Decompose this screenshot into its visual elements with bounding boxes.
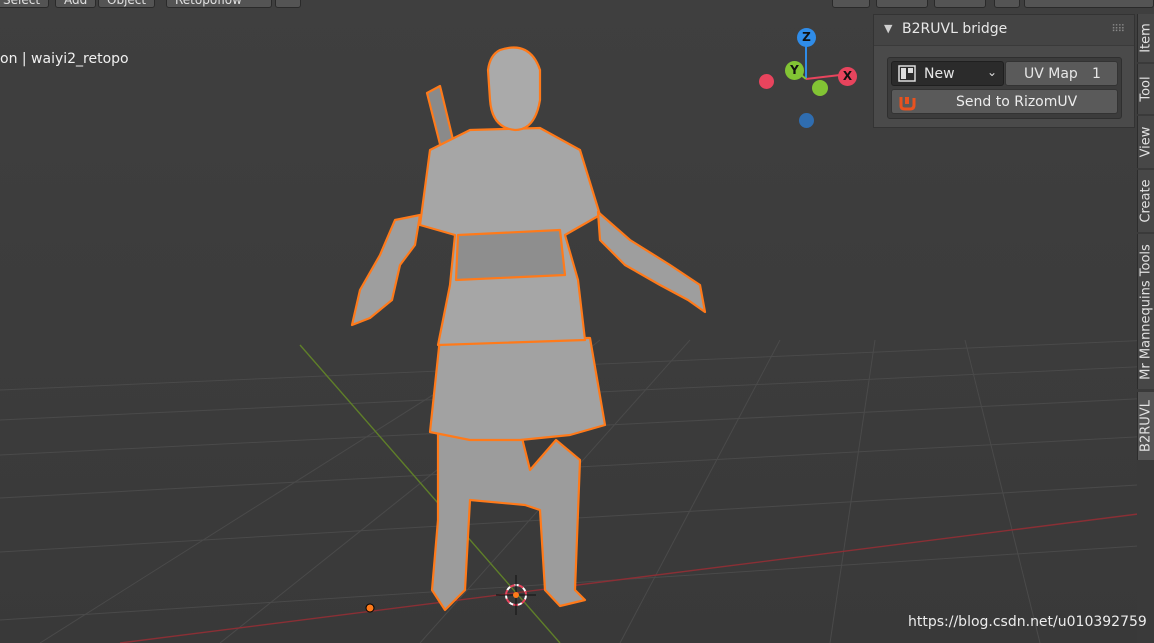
gizmo-neg-z-axis[interactable] xyxy=(799,113,814,128)
uv-map-icon xyxy=(898,65,916,82)
belt xyxy=(454,228,567,282)
tab-b2ruvl[interactable]: B2RUVL xyxy=(1137,392,1154,460)
gizmo-y-axis[interactable]: Y xyxy=(785,61,804,80)
tab-view-label: View xyxy=(1138,126,1154,158)
3d-viewport[interactable]: Select Add Object Retopoflow on | waiyi2… xyxy=(0,0,1154,643)
lower-robe xyxy=(428,336,607,442)
object-origin xyxy=(365,603,375,613)
tab-mr-mannequins-label: Mr Mannequins Tools xyxy=(1138,243,1154,380)
b2ruvl-panel: ▼ B2RUVL bridge ⠿⠿ New ⌄ UV Map 1 Send t… xyxy=(873,14,1135,128)
panel-header[interactable]: ▼ B2RUVL bridge ⠿⠿ xyxy=(874,15,1134,46)
uv-map-select[interactable]: New ⌄ xyxy=(891,61,1004,86)
gizmo-z-axis[interactable]: Z xyxy=(797,28,816,47)
tab-view[interactable]: View xyxy=(1137,116,1154,168)
gizmo-neg-y-axis[interactable] xyxy=(812,80,828,96)
left-arm xyxy=(350,213,422,327)
collapse-caret-icon[interactable]: ▼ xyxy=(884,22,892,35)
tab-b2ruvl-label: B2RUVL xyxy=(1138,400,1154,452)
viewport-title: on | waiyi2_retopo xyxy=(0,51,129,67)
overlay-icon[interactable] xyxy=(994,0,1020,8)
help-icon[interactable] xyxy=(275,0,301,8)
menu-select[interactable]: Select xyxy=(0,0,50,8)
gizmo-neg-x-axis[interactable] xyxy=(759,74,774,89)
send-button-label: Send to RizomUV xyxy=(956,94,1078,110)
gizmo-x-axis[interactable]: X xyxy=(838,67,857,86)
mode-dropdown[interactable]: Retopoflow xyxy=(166,0,272,8)
selected-character-mesh xyxy=(350,46,707,612)
shading-mode-icons[interactable] xyxy=(1024,0,1154,8)
tab-create[interactable]: Create xyxy=(1137,170,1154,232)
head xyxy=(486,46,542,132)
send-to-rizomuv-button[interactable]: Send to RizomUV xyxy=(891,89,1118,114)
uv-map-field[interactable]: UV Map 1 xyxy=(1005,61,1118,86)
panel-title: B2RUVL bridge xyxy=(902,21,1008,37)
tab-create-label: Create xyxy=(1138,179,1154,223)
chevron-down-icon: ⌄ xyxy=(986,65,997,79)
tab-item-label: Item xyxy=(1138,23,1154,53)
menu-object[interactable]: Object xyxy=(98,0,156,8)
snap-icon[interactable] xyxy=(876,0,928,8)
tab-tool-label: Tool xyxy=(1138,76,1154,102)
tab-mr-mannequins-tools[interactable]: Mr Mannequins Tools xyxy=(1137,234,1154,389)
tab-tool[interactable]: Tool xyxy=(1137,64,1154,114)
transform-pivot-icon[interactable] xyxy=(832,0,870,8)
tab-item[interactable]: Item xyxy=(1137,14,1154,62)
uv-map-label: UV Map xyxy=(1024,66,1078,82)
rizomuv-logo-icon xyxy=(899,97,916,111)
right-arm xyxy=(596,210,707,314)
uv-map-count: 1 xyxy=(1092,66,1101,82)
drag-grip-icon[interactable]: ⠿⠿ xyxy=(1111,24,1125,35)
watermark: https://blog.csdn.net/u010392759 xyxy=(908,614,1147,630)
sidebar-tabs: Item Tool View Create Mr Mannequins Tool… xyxy=(1137,14,1154,643)
proportional-edit-icon[interactable] xyxy=(934,0,986,8)
menu-add[interactable]: Add xyxy=(55,0,97,8)
uv-map-select-value: New xyxy=(924,66,955,82)
panel-body: New ⌄ UV Map 1 Send to RizomUV xyxy=(887,57,1122,119)
